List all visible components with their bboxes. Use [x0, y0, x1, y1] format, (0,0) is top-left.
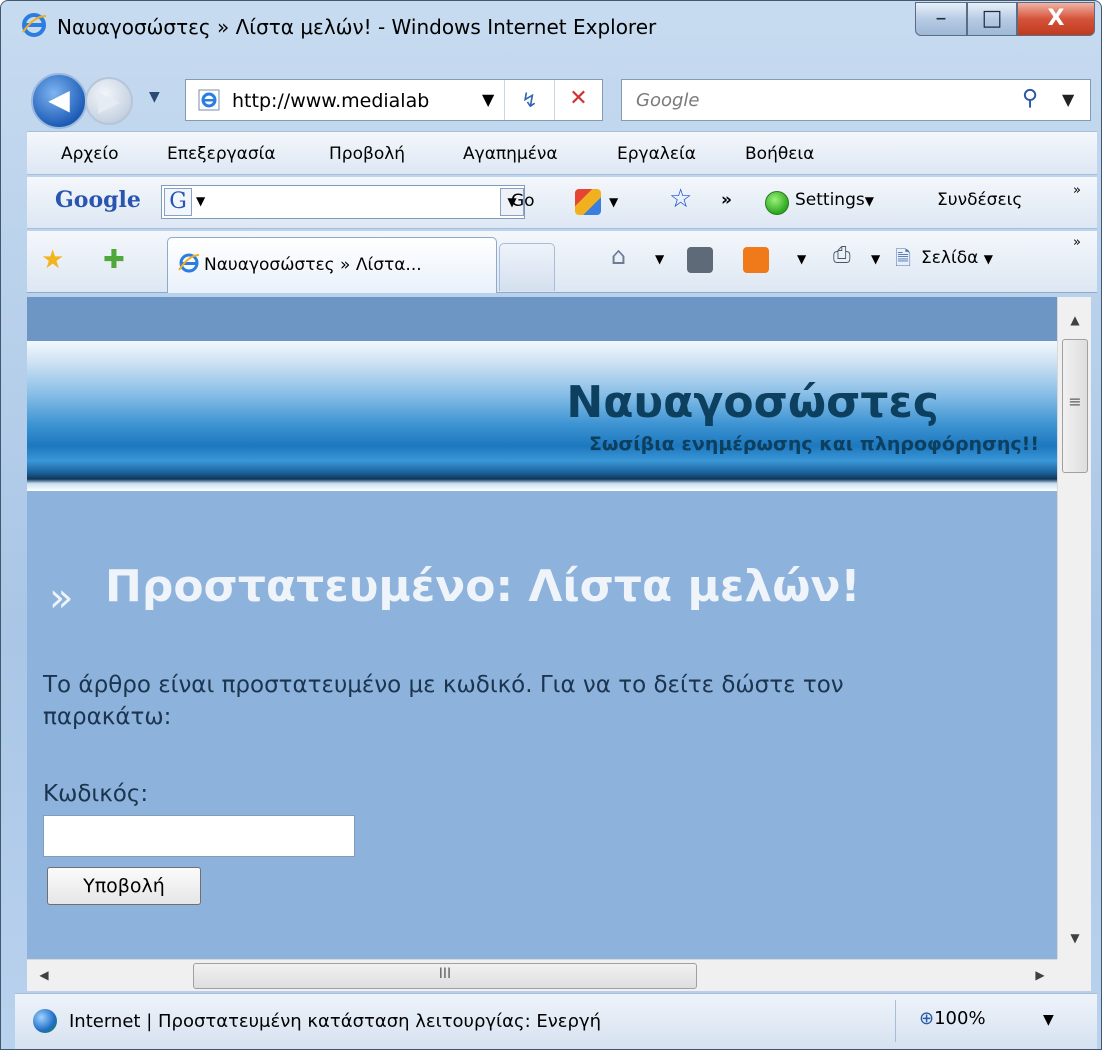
forward-button[interactable]: ▶ [85, 77, 133, 125]
page-ie-icon [198, 89, 220, 111]
scroll-left-icon[interactable]: ◀ [27, 968, 61, 982]
zoom-icon: ⊕ [919, 1008, 935, 1029]
links-overflow-icon[interactable]: » [1073, 183, 1081, 198]
tab-ie-icon [178, 253, 200, 273]
page-icon[interactable]: 🗎 [895, 244, 911, 278]
vertical-scroll-thumb[interactable]: ≡ [1062, 339, 1088, 473]
top-band [27, 297, 1057, 341]
search-options-dropdown[interactable]: ▼ [1062, 90, 1074, 109]
print-icon[interactable]: ⎙ [833, 243, 851, 268]
window-title: Ναυαγοσώστες » Λίστα μελών! - Windows In… [57, 15, 657, 39]
forward-arrow-icon: ▶ [98, 84, 120, 117]
google-g-dropdown-icon[interactable]: ▼ [196, 194, 205, 208]
site-title[interactable]: Ναυαγοσώστες [566, 377, 939, 428]
feeds-k-icon[interactable] [687, 247, 713, 273]
internet-zone-icon [33, 1009, 57, 1033]
submit-button[interactable]: Υποβολή [47, 867, 201, 905]
google-apps-dropdown[interactable]: ▼ [609, 195, 618, 209]
settings-status-icon [765, 191, 789, 215]
rss-feed-icon[interactable] [743, 247, 769, 273]
google-search-input[interactable]: G ▼ ▼ [161, 185, 525, 219]
scroll-right-icon[interactable]: ▶ [1023, 968, 1057, 982]
menu-tools[interactable]: Εργαλεία [617, 144, 696, 164]
password-label: Κωδικός: [43, 781, 149, 807]
close-icon: X [1047, 6, 1065, 31]
add-favorite-icon[interactable]: ✚ [103, 245, 125, 275]
google-toolbar: Google G ▼ ▼ Go ▼ ☆ » Settings▼ Συνδέσει… [27, 177, 1097, 229]
url-text[interactable]: http://www.medialab [232, 90, 429, 112]
status-text[interactable]: Internet | Προστατευμένη κατάσταση λειτο… [69, 1011, 601, 1032]
menu-bar: Αρχείο Επεξεργασία Προβολή Αγαπημένα Εργ… [27, 131, 1097, 175]
notice-line-2: παρακάτω: [43, 704, 172, 730]
google-g-icon[interactable]: G [164, 188, 192, 216]
vertical-scrollbar[interactable]: ▲ ≡ ▼ [1057, 297, 1091, 959]
google-apps-icon[interactable] [575, 189, 601, 215]
minimize-button[interactable]: – [915, 2, 967, 36]
stop-icon[interactable]: ✕ [554, 80, 602, 120]
new-tab-button[interactable] [499, 243, 555, 291]
page-menu-button[interactable]: Σελίδα ▼ [921, 248, 993, 268]
search-placeholder[interactable]: Google [636, 90, 699, 111]
back-arrow-icon: ◀ [48, 83, 70, 116]
browser-window: Ναυαγοσώστες » Λίστα μελών! - Windows In… [0, 0, 1102, 1050]
address-bar[interactable]: http://www.medialab ▼ ↯ ✕ [185, 79, 603, 121]
site-header: Ναυαγοσώστες Σωσίβια ενημέρωσης και πληρ… [27, 341, 1057, 491]
scroll-down-icon[interactable]: ▼ [1058, 931, 1092, 945]
favorites-center-icon[interactable]: ★ [41, 245, 64, 275]
zoom-dropdown[interactable]: ▼ [1043, 1012, 1054, 1028]
rss-dropdown[interactable]: ▼ [797, 252, 806, 266]
toolbar-overflow-icon[interactable]: » [721, 190, 732, 210]
back-button[interactable]: ◀ [31, 73, 87, 129]
address-dropdown[interactable]: ▼ [482, 90, 494, 109]
google-go-button[interactable]: Go [511, 191, 535, 211]
password-field[interactable] [43, 815, 355, 857]
zoom-level[interactable]: ⊕100% [919, 1008, 986, 1029]
maximize-button[interactable]: □ [967, 2, 1017, 36]
tab-title[interactable]: Ναυαγοσώστες » Λίστα... [204, 255, 422, 275]
scroll-corner [1057, 959, 1091, 991]
post-arrow-icon: » [49, 575, 74, 621]
horizontal-scrollbar[interactable]: ◀ III ▶ [27, 959, 1057, 991]
notice-line-1: Το άρθρο είναι προστατευμένο με κωδικό. … [43, 672, 844, 698]
menu-edit[interactable]: Επεξεργασία [167, 144, 276, 164]
print-dropdown[interactable]: ▼ [871, 252, 880, 266]
google-logo: Google [55, 187, 141, 213]
commands-overflow-icon[interactable]: » [1073, 235, 1081, 250]
search-box[interactable]: Google ⚲ ▼ [621, 79, 1091, 121]
horizontal-grip-icon: III [438, 966, 452, 982]
page-content: Ναυαγοσώστες Σωσίβια ενημέρωσης και πληρ… [27, 297, 1057, 959]
bookmark-star-icon[interactable]: ☆ [669, 184, 692, 214]
refresh-icon[interactable]: ↯ [504, 80, 554, 120]
links-button[interactable]: Συνδέσεις [937, 190, 1022, 210]
status-divider [895, 1000, 896, 1042]
site-subtitle: Σωσίβια ενημέρωσης και πληροφόρησης!! [588, 433, 1039, 455]
menu-favorites[interactable]: Αγαπημένα [463, 144, 558, 164]
tab-active[interactable]: Ναυαγοσώστες » Λίστα... [167, 237, 497, 293]
title-bar: Ναυαγοσώστες » Λίστα μελών! - Windows In… [1, 1, 1101, 51]
menu-file[interactable]: Αρχείο [61, 144, 119, 164]
navigation-bar: ◀ ▶ ▼ http://www.medialab ▼ ↯ ✕ Google ⚲… [1, 55, 1101, 129]
vertical-grip-icon: ≡ [1068, 392, 1082, 411]
protected-notice: Το άρθρο είναι προστατευμένο με κωδικό. … [43, 669, 1057, 733]
ie-logo-icon [22, 13, 47, 37]
minimize-icon: – [935, 6, 947, 31]
maximize-icon: □ [981, 6, 1003, 31]
tab-bar: ★ ✚ Ναυαγοσώστες » Λίστα... ⌂ ▼ ▼ ⎙ ▼ 🗎 … [27, 231, 1097, 293]
horizontal-scroll-thumb[interactable]: III [193, 963, 697, 989]
recent-pages-dropdown[interactable]: ▼ [149, 89, 160, 105]
home-icon[interactable]: ⌂ [611, 242, 626, 270]
settings-button[interactable]: Settings▼ [795, 190, 874, 210]
home-dropdown[interactable]: ▼ [655, 252, 664, 266]
menu-view[interactable]: Προβολή [329, 144, 405, 164]
status-bar: Internet | Προστατευμένη κατάσταση λειτο… [15, 993, 1097, 1049]
search-icon[interactable]: ⚲ [1022, 86, 1038, 111]
close-button[interactable]: X [1017, 2, 1095, 36]
menu-help[interactable]: Βοήθεια [745, 144, 814, 164]
post-title: Προστατευμένο: Λίστα μελών! [105, 561, 861, 612]
scroll-up-icon[interactable]: ▲ [1058, 313, 1092, 327]
